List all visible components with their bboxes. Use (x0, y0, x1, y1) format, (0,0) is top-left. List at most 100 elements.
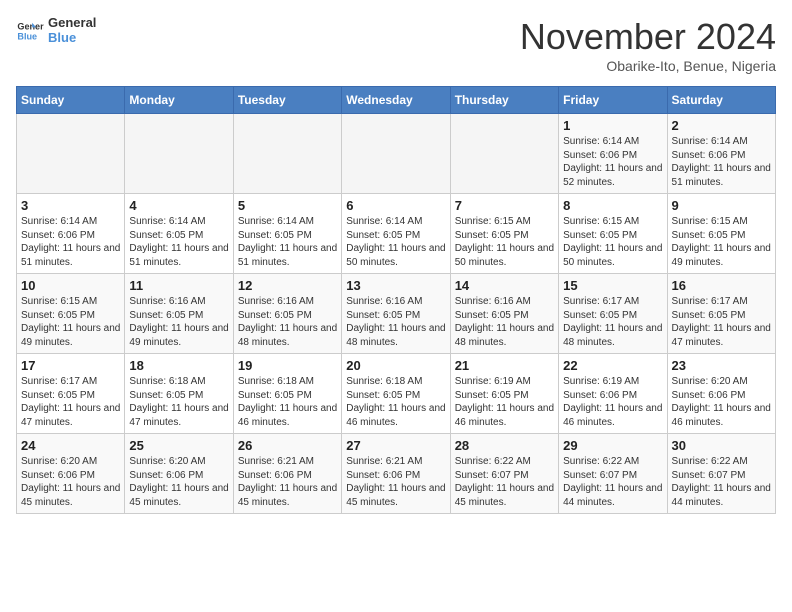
day-info: Sunrise: 6:19 AM Sunset: 6:06 PM Dayligh… (563, 375, 662, 429)
calendar-cell: 5Sunrise: 6:14 AM Sunset: 6:05 PM Daylig… (233, 194, 341, 274)
calendar-cell: 28Sunrise: 6:22 AM Sunset: 6:07 PM Dayli… (450, 434, 558, 514)
calendar-week-row: 17 Sunrise: 6:17 AM Sunset: 6:05 PM Dayli… (17, 354, 776, 434)
day-info: Sunrise: 6:20 AM Sunset: 6:06 PM Dayligh… (672, 375, 771, 429)
day-info: Sunrise: 6:14 AM Sunset: 6:06 PM Dayligh… (563, 135, 662, 189)
weekday-header-saturday: Saturday (667, 87, 775, 114)
day-number: 13 (346, 278, 445, 293)
day-number: 18 (129, 358, 228, 373)
day-number: 22 (563, 358, 662, 373)
day-info: Sunrise: 6:21 AM Sunset: 6:06 PM Dayligh… (238, 455, 337, 509)
day-info: Sunrise: 6:18 AM Sunset: 6:05 PM Dayligh… (346, 375, 445, 429)
day-number: 23 (672, 358, 771, 373)
weekday-header-wednesday: Wednesday (342, 87, 450, 114)
weekday-header-monday: Monday (125, 87, 233, 114)
calendar-cell (17, 114, 125, 194)
day-number: 2 (672, 118, 771, 133)
day-number: 25 (129, 438, 228, 453)
day-info: Sunrise: 6:16 AM Sunset: 6:05 PM Dayligh… (129, 295, 228, 349)
day-number: 17 (21, 358, 120, 373)
day-info: Sunrise: 6:14 AM Sunset: 6:06 PM Dayligh… (672, 135, 771, 189)
day-info: Sunrise: 6:14 AM Sunset: 6:05 PM Dayligh… (346, 215, 445, 269)
calendar-cell: 10Sunrise: 6:15 AM Sunset: 6:05 PM Dayli… (17, 274, 125, 354)
calendar-cell: 3 Sunrise: 6:14 AM Sunset: 6:06 PM Daylig… (17, 194, 125, 274)
calendar-week-row: 24 Sunrise: 6:20 AM Sunset: 6:06 PM Dayli… (17, 434, 776, 514)
month-title: November 2024 (520, 16, 776, 58)
calendar-cell: 23 Sunrise: 6:20 AM Sunset: 6:06 PM Dayli… (667, 354, 775, 434)
location-text: Obarike-Ito, Benue, Nigeria (520, 58, 776, 74)
day-info: Sunrise: 6:20 AM Sunset: 6:06 PM Dayligh… (129, 455, 228, 509)
day-number: 12 (238, 278, 337, 293)
calendar-cell: 7 Sunrise: 6:15 AM Sunset: 6:05 PM Daylig… (450, 194, 558, 274)
calendar-cell: 20Sunrise: 6:18 AM Sunset: 6:05 PM Dayli… (342, 354, 450, 434)
day-number: 19 (238, 358, 337, 373)
calendar-cell: 6Sunrise: 6:14 AM Sunset: 6:05 PM Daylig… (342, 194, 450, 274)
calendar-cell (450, 114, 558, 194)
calendar-cell: 29Sunrise: 6:22 AM Sunset: 6:07 PM Dayli… (559, 434, 667, 514)
day-number: 7 (455, 198, 554, 213)
day-info: Sunrise: 6:15 AM Sunset: 6:05 PM Dayligh… (672, 215, 771, 269)
calendar-cell (342, 114, 450, 194)
day-number: 3 (21, 198, 120, 213)
day-number: 1 (563, 118, 662, 133)
calendar-cell: 16 Sunrise: 6:17 AM Sunset: 6:05 PM Dayli… (667, 274, 775, 354)
day-info: Sunrise: 6:17 AM Sunset: 6:05 PM Dayligh… (672, 295, 771, 349)
calendar-cell: 22 Sunrise: 6:19 AM Sunset: 6:06 PM Dayli… (559, 354, 667, 434)
day-info: Sunrise: 6:14 AM Sunset: 6:06 PM Dayligh… (21, 215, 120, 269)
calendar-header-row: SundayMondayTuesdayWednesdayThursdayFrid… (17, 87, 776, 114)
calendar-cell (125, 114, 233, 194)
logo-blue-text: Blue (48, 31, 96, 46)
calendar-cell: 9Sunrise: 6:15 AM Sunset: 6:05 PM Daylig… (667, 194, 775, 274)
day-info: Sunrise: 6:18 AM Sunset: 6:05 PM Dayligh… (129, 375, 228, 429)
calendar-cell: 18 Sunrise: 6:18 AM Sunset: 6:05 PM Dayli… (125, 354, 233, 434)
svg-text:General: General (17, 22, 44, 32)
calendar-cell: 17 Sunrise: 6:17 AM Sunset: 6:05 PM Dayli… (17, 354, 125, 434)
calendar-cell: 13Sunrise: 6:16 AM Sunset: 6:05 PM Dayli… (342, 274, 450, 354)
day-info: Sunrise: 6:14 AM Sunset: 6:05 PM Dayligh… (129, 215, 228, 269)
day-number: 16 (672, 278, 771, 293)
day-number: 11 (129, 278, 228, 293)
day-info: Sunrise: 6:21 AM Sunset: 6:06 PM Dayligh… (346, 455, 445, 509)
calendar-table: SundayMondayTuesdayWednesdayThursdayFrid… (16, 86, 776, 514)
weekday-header-friday: Friday (559, 87, 667, 114)
weekday-header-thursday: Thursday (450, 87, 558, 114)
logo-icon: General Blue (16, 17, 44, 45)
title-block: November 2024 Obarike-Ito, Benue, Nigeri… (520, 16, 776, 74)
calendar-cell: 30 Sunrise: 6:22 AM Sunset: 6:07 PM Dayli… (667, 434, 775, 514)
calendar-cell: 24 Sunrise: 6:20 AM Sunset: 6:06 PM Dayli… (17, 434, 125, 514)
day-info: Sunrise: 6:17 AM Sunset: 6:05 PM Dayligh… (21, 375, 120, 429)
day-info: Sunrise: 6:14 AM Sunset: 6:05 PM Dayligh… (238, 215, 337, 269)
day-info: Sunrise: 6:22 AM Sunset: 6:07 PM Dayligh… (672, 455, 771, 509)
day-info: Sunrise: 6:19 AM Sunset: 6:05 PM Dayligh… (455, 375, 554, 429)
calendar-cell: 11 Sunrise: 6:16 AM Sunset: 6:05 PM Dayli… (125, 274, 233, 354)
day-number: 26 (238, 438, 337, 453)
calendar-week-row: 1 Sunrise: 6:14 AM Sunset: 6:06 PM Daylig… (17, 114, 776, 194)
calendar-cell: 19 Sunrise: 6:18 AM Sunset: 6:05 PM Dayli… (233, 354, 341, 434)
day-number: 10 (21, 278, 120, 293)
day-info: Sunrise: 6:22 AM Sunset: 6:07 PM Dayligh… (563, 455, 662, 509)
day-number: 24 (21, 438, 120, 453)
svg-text:Blue: Blue (17, 31, 37, 41)
calendar-cell: 26 Sunrise: 6:21 AM Sunset: 6:06 PM Dayli… (233, 434, 341, 514)
day-info: Sunrise: 6:20 AM Sunset: 6:06 PM Dayligh… (21, 455, 120, 509)
calendar-cell: 12Sunrise: 6:16 AM Sunset: 6:05 PM Dayli… (233, 274, 341, 354)
day-info: Sunrise: 6:15 AM Sunset: 6:05 PM Dayligh… (563, 215, 662, 269)
calendar-week-row: 10Sunrise: 6:15 AM Sunset: 6:05 PM Dayli… (17, 274, 776, 354)
day-info: Sunrise: 6:22 AM Sunset: 6:07 PM Dayligh… (455, 455, 554, 509)
day-info: Sunrise: 6:18 AM Sunset: 6:05 PM Dayligh… (238, 375, 337, 429)
day-number: 21 (455, 358, 554, 373)
logo-general-text: General (48, 16, 96, 31)
calendar-cell: 8 Sunrise: 6:15 AM Sunset: 6:05 PM Daylig… (559, 194, 667, 274)
day-number: 27 (346, 438, 445, 453)
calendar-cell: 25 Sunrise: 6:20 AM Sunset: 6:06 PM Dayli… (125, 434, 233, 514)
day-number: 8 (563, 198, 662, 213)
day-number: 15 (563, 278, 662, 293)
calendar-cell: 1 Sunrise: 6:14 AM Sunset: 6:06 PM Daylig… (559, 114, 667, 194)
calendar-cell (233, 114, 341, 194)
day-info: Sunrise: 6:15 AM Sunset: 6:05 PM Dayligh… (455, 215, 554, 269)
day-number: 4 (129, 198, 228, 213)
calendar-cell: 21 Sunrise: 6:19 AM Sunset: 6:05 PM Dayli… (450, 354, 558, 434)
calendar-cell: 14Sunrise: 6:16 AM Sunset: 6:05 PM Dayli… (450, 274, 558, 354)
weekday-header-tuesday: Tuesday (233, 87, 341, 114)
logo: General Blue General Blue (16, 16, 96, 46)
day-number: 30 (672, 438, 771, 453)
